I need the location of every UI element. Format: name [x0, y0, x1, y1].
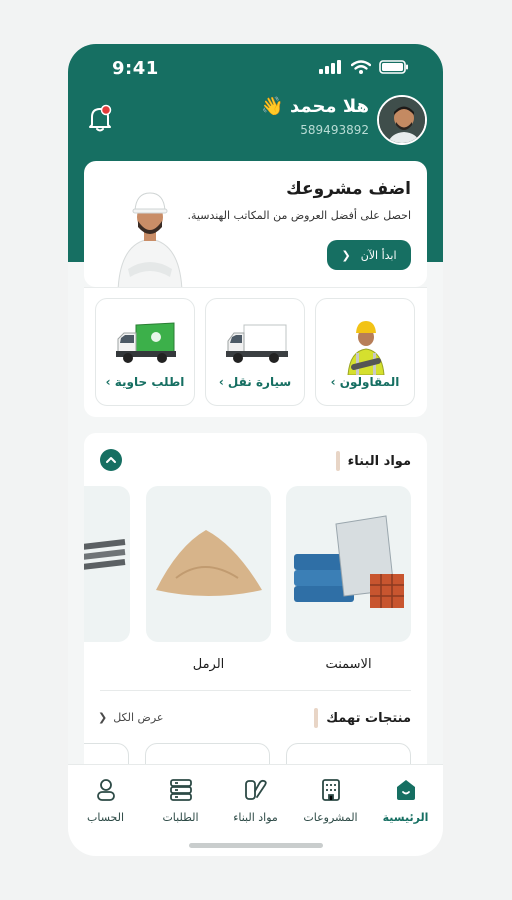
contractor-icon — [347, 321, 385, 375]
contractors-label: المقاولون › — [330, 375, 400, 389]
nav-orders-label: الطلبات — [162, 811, 199, 824]
waste-truck-icon — [116, 322, 176, 363]
building-icon — [321, 779, 340, 801]
wifi-icon — [351, 60, 371, 74]
chevron-left-icon: ❮ — [98, 711, 108, 724]
materials-heading: مواد البناء — [335, 451, 411, 471]
nav-home-label: الرئيسية — [382, 811, 429, 824]
nav-home[interactable]: الرئيسية — [368, 777, 443, 824]
cement-image — [294, 515, 404, 608]
user-phone: 589493892 — [300, 123, 369, 137]
nav-account-label: الحساب — [86, 811, 125, 824]
view-all-label: عرض الكل — [113, 711, 164, 724]
phone-screen: 9:41 هلا محمد 👋 589493892 اضف مشروعك احص… — [68, 44, 443, 856]
signal-icon — [319, 60, 341, 74]
promo-subtitle: احصل على أفضل العروض من المكاتب الهندسية… — [187, 209, 411, 222]
sand-card[interactable] — [146, 486, 271, 642]
bottom-navigation: الرئيسية المشروعات مواد البناء الطلبات ا… — [68, 764, 443, 856]
nav-projects-label: المشروعات — [303, 811, 358, 824]
container-request-label: اطلب حاوية › — [105, 375, 185, 389]
container-request-card[interactable]: اطلب حاوية › — [95, 298, 195, 406]
engineer-illustration — [117, 192, 183, 287]
user-greeting: هلا محمد 👋 — [261, 96, 369, 117]
promo-title: اضف مشروعك — [286, 179, 411, 199]
rebar-image — [84, 539, 126, 570]
section-divider — [100, 690, 411, 691]
home-icon — [396, 780, 415, 800]
battery-icon — [379, 60, 408, 74]
nav-account[interactable]: الحساب — [68, 777, 143, 824]
truck-icon — [226, 324, 288, 363]
transport-truck-card[interactable]: سيارة نقل › — [205, 298, 305, 406]
status-time: 9:41 — [112, 58, 159, 79]
sand-image — [156, 530, 262, 596]
section-accent-bar — [335, 451, 340, 471]
cement-name: الاسمنت — [325, 657, 372, 672]
products-heading: منتجات تهمك — [314, 708, 411, 728]
start-now-button[interactable]: ابدأ الآن ❮ — [327, 240, 411, 270]
status-icons — [319, 60, 409, 74]
materials-title: مواد البناء — [347, 453, 411, 469]
collapse-toggle-button[interactable] — [100, 449, 122, 471]
nav-materials-label: مواد البناء — [233, 811, 278, 824]
avatar-image — [379, 97, 425, 143]
cement-card[interactable] — [286, 486, 411, 642]
user-icon — [96, 779, 115, 801]
home-indicator — [189, 843, 323, 848]
materials-icon — [244, 779, 267, 800]
greeting-block: هلا محمد 👋 589493892 — [261, 96, 369, 137]
avatar[interactable] — [377, 95, 427, 145]
orders-icon — [169, 779, 192, 801]
nav-projects[interactable]: المشروعات — [293, 777, 368, 824]
view-all-link[interactable]: عرض الكل ❮ — [98, 711, 163, 724]
contractors-card[interactable]: المقاولون › — [315, 298, 415, 406]
add-project-banner: اضف مشروعك احصل على أفضل العروض من المكا… — [84, 161, 427, 287]
sand-name: الرمل — [192, 657, 225, 672]
transport-truck-label: سيارة نقل › — [218, 375, 292, 389]
products-title: منتجات تهمك — [326, 710, 411, 726]
chevron-left-icon: ❮ — [341, 248, 351, 262]
nav-orders[interactable]: الطلبات — [143, 777, 218, 824]
notification-bell-icon[interactable] — [86, 104, 114, 134]
nav-materials[interactable]: مواد البناء — [218, 777, 293, 824]
building-materials-section: مواد البناء الاسمنت الرمل منتجات تهمك عر… — [84, 433, 427, 813]
section-accent-bar — [314, 708, 319, 728]
rebar-card[interactable] — [84, 486, 130, 642]
chevron-up-icon — [106, 457, 116, 463]
start-now-label: ابدأ الآن — [360, 248, 397, 262]
services-row: المقاولون › سيارة نقل › اطلب حاوية › — [84, 287, 427, 417]
